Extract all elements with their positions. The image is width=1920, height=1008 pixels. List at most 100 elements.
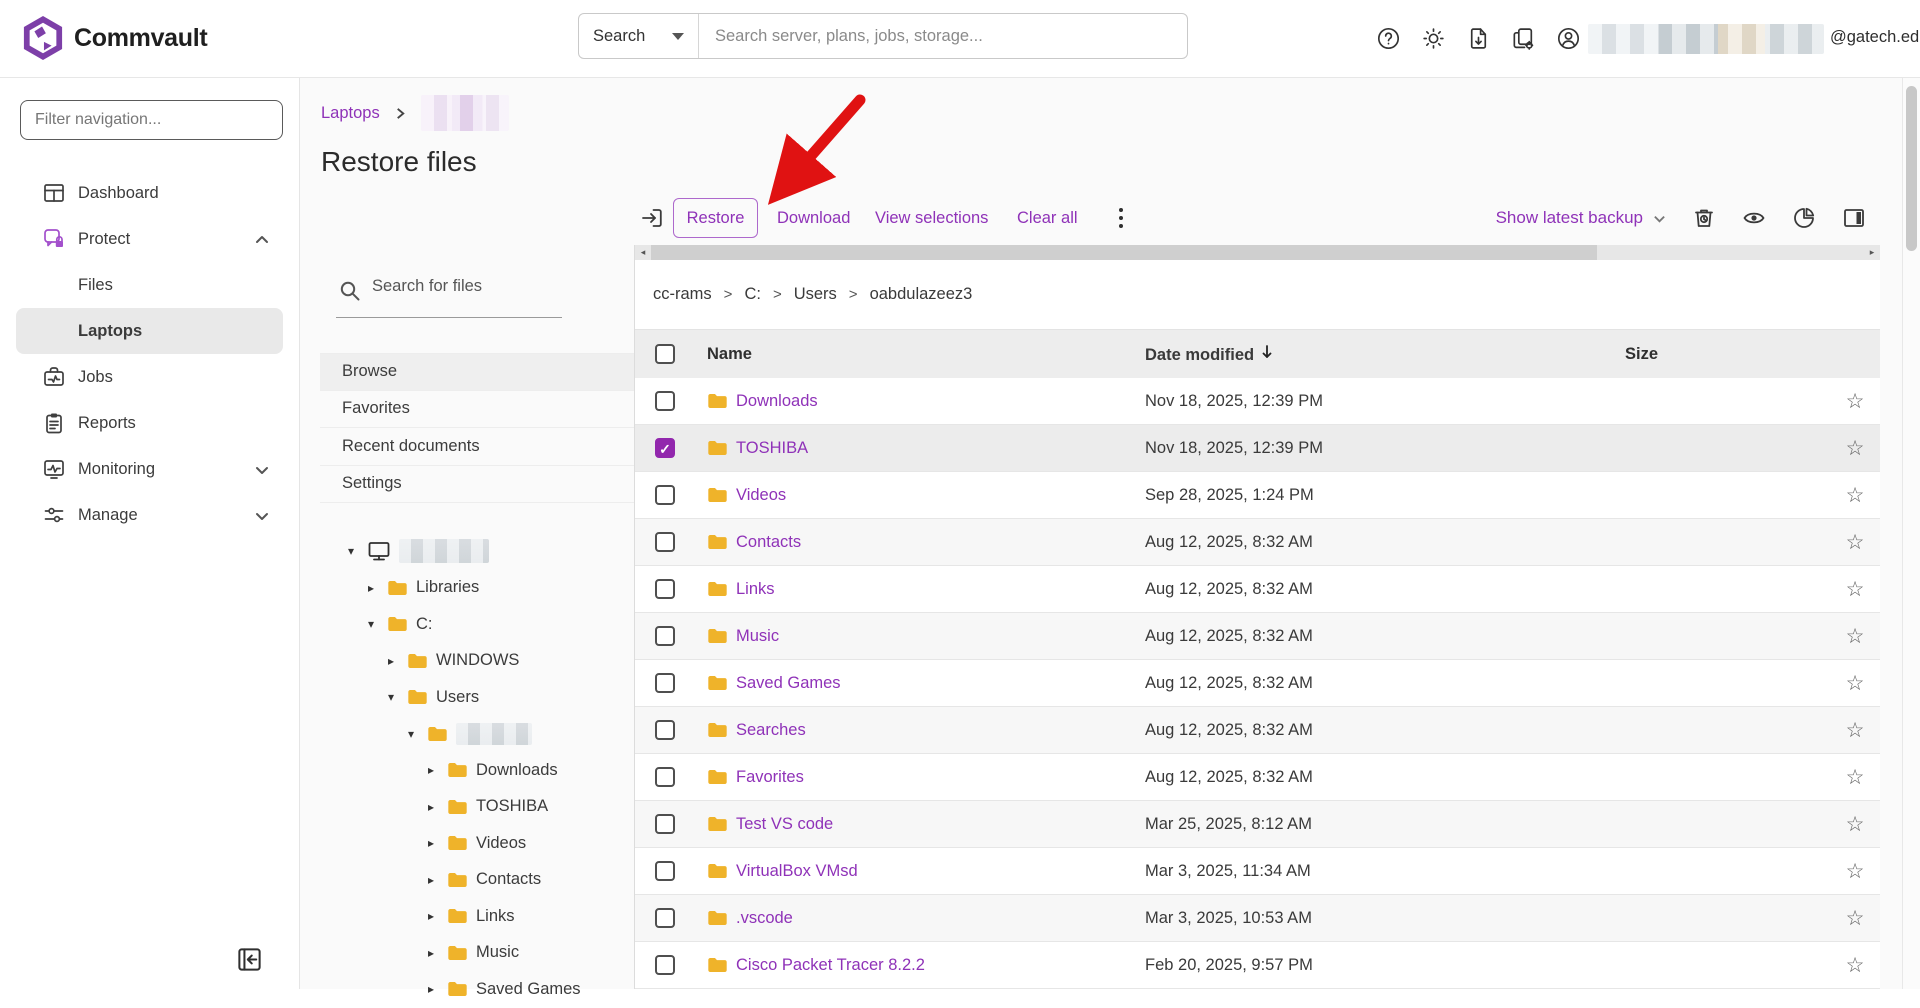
row-checkbox[interactable] [655, 532, 675, 552]
tree-item-label[interactable]: WINDOWS [436, 651, 519, 670]
collapse-sidebar-icon[interactable] [236, 946, 263, 973]
file-name-link[interactable]: Music [736, 627, 779, 646]
tree-row[interactable]: Links [320, 898, 634, 935]
sidebar-item-monitoring[interactable]: Monitoring [0, 446, 299, 492]
tree-item-label[interactable]: C: [416, 615, 433, 634]
commvault-logo[interactable]: Commvault [22, 15, 207, 61]
file-name-link[interactable]: Links [736, 580, 775, 599]
table-row[interactable]: Links Aug 12, 2025, 8:32 AM [635, 566, 1880, 613]
favorite-star-icon[interactable] [1830, 671, 1880, 696]
row-checkbox[interactable] [655, 861, 675, 881]
scrollbar-thumb[interactable] [1906, 86, 1917, 251]
search-scope-dropdown[interactable]: Search [579, 14, 699, 58]
scroll-left-icon[interactable] [635, 245, 651, 260]
file-name-link[interactable]: Contacts [736, 533, 801, 552]
global-search-input[interactable] [699, 14, 1187, 58]
select-all-checkbox[interactable] [655, 344, 675, 364]
table-row[interactable]: Music Aug 12, 2025, 8:32 AM [635, 613, 1880, 660]
column-date-modified[interactable]: Date modified [1145, 344, 1625, 365]
breadcrumb-laptops-link[interactable]: Laptops [321, 104, 380, 123]
sidebar-item-jobs[interactable]: Jobs [0, 354, 299, 400]
table-row[interactable]: Downloads Nov 18, 2025, 12:39 PM [635, 378, 1880, 425]
table-row[interactable]: Videos Sep 28, 2025, 1:24 PM [635, 472, 1880, 519]
tree-row[interactable]: Videos [320, 825, 634, 862]
row-checkbox[interactable] [655, 485, 675, 505]
row-checkbox[interactable] [655, 908, 675, 928]
tree-row[interactable]: TOSHIBA [320, 789, 634, 826]
browser-nav-item[interactable]: Browse [320, 353, 634, 391]
favorite-star-icon[interactable] [1830, 859, 1880, 884]
sidebar-item-reports[interactable]: Reports [0, 400, 299, 446]
row-checkbox[interactable] [655, 673, 675, 693]
tree-toggle-icon[interactable] [428, 763, 447, 777]
tree-toggle-icon[interactable] [428, 836, 447, 850]
tree-toggle-icon[interactable] [368, 581, 387, 595]
row-checkbox[interactable] [655, 955, 675, 975]
scroll-right-icon[interactable] [1864, 245, 1880, 260]
file-export-icon[interactable] [1466, 26, 1491, 51]
restore-button[interactable]: Restore [673, 198, 758, 238]
pie-chart-icon[interactable] [1792, 206, 1816, 230]
tree-toggle-icon[interactable] [428, 909, 447, 923]
tree-row[interactable]: Music [320, 935, 634, 972]
tree-toggle-icon[interactable] [388, 654, 407, 668]
tree-row[interactable]: Downloads [320, 752, 634, 789]
tree-toggle-icon[interactable] [428, 873, 447, 887]
tree-row[interactable]: Libraries [320, 570, 634, 607]
tree-row[interactable]: C: [320, 606, 634, 643]
tree-item-label[interactable]: Videos [476, 834, 526, 853]
vertical-scrollbar[interactable] [1902, 78, 1920, 989]
sidebar-item-laptops[interactable]: Laptops [16, 308, 283, 354]
file-name-link[interactable]: Searches [736, 721, 806, 740]
row-checkbox[interactable] [655, 767, 675, 787]
column-size[interactable]: Size [1625, 345, 1830, 364]
tree-row[interactable]: Contacts [320, 862, 634, 899]
file-name-link[interactable]: Downloads [736, 392, 818, 411]
column-name[interactable]: Name [707, 345, 1145, 364]
more-actions-icon[interactable] [1112, 205, 1130, 231]
tree-row[interactable]: Saved Games [320, 971, 634, 1008]
favorite-star-icon[interactable] [1830, 436, 1880, 461]
tree-toggle-icon[interactable] [428, 800, 447, 814]
favorite-star-icon[interactable] [1830, 530, 1880, 555]
tree-toggle-icon[interactable] [368, 617, 387, 631]
table-row[interactable]: Test VS code Mar 25, 2025, 8:12 AM [635, 801, 1880, 848]
preview-eye-icon[interactable] [1742, 206, 1766, 230]
tree-toggle-icon[interactable] [348, 544, 367, 558]
view-selections-button[interactable]: View selections [875, 197, 988, 239]
file-name-link[interactable]: Test VS code [736, 815, 833, 834]
table-row[interactable]: TOSHIBA Nov 18, 2025, 12:39 PM [635, 425, 1880, 472]
table-row[interactable]: Searches Aug 12, 2025, 8:32 AM [635, 707, 1880, 754]
download-button[interactable]: Download [777, 197, 850, 239]
browser-nav-item[interactable]: Settings [320, 466, 634, 504]
table-row[interactable]: Favorites Aug 12, 2025, 8:32 AM [635, 754, 1880, 801]
sidebar-item-manage[interactable]: Manage [0, 492, 299, 538]
sidebar-item-dashboard[interactable]: Dashboard [0, 170, 299, 216]
sidebar-item-protect[interactable]: Protect [0, 216, 299, 262]
path-segment[interactable]: C: [712, 285, 761, 304]
show-deleted-items-icon[interactable] [1692, 206, 1716, 230]
file-name-link[interactable]: Saved Games [736, 674, 841, 693]
row-checkbox[interactable] [655, 438, 675, 458]
table-row[interactable]: Saved Games Aug 12, 2025, 8:32 AM [635, 660, 1880, 707]
tree-item-label[interactable]: Music [476, 943, 519, 962]
row-checkbox[interactable] [655, 626, 675, 646]
table-row[interactable]: .vscode Mar 3, 2025, 10:53 AM [635, 895, 1880, 942]
tree-item-label[interactable]: Contacts [476, 870, 541, 889]
favorite-star-icon[interactable] [1830, 906, 1880, 931]
sidebar-item-files[interactable]: Files [0, 262, 299, 308]
tree-item-label[interactable]: Downloads [476, 761, 558, 780]
path-segment[interactable]: oabdulazeez3 [837, 285, 973, 304]
row-checkbox[interactable] [655, 579, 675, 599]
file-name-link[interactable]: Favorites [736, 768, 804, 787]
table-row[interactable]: VirtualBox VMsd Mar 3, 2025, 11:34 AM [635, 848, 1880, 895]
row-checkbox[interactable] [655, 391, 675, 411]
backup-time-selector[interactable]: Show latest backup [1496, 208, 1666, 228]
tree-item-label[interactable]: TOSHIBA [476, 797, 548, 816]
tree-toggle-icon[interactable] [388, 690, 407, 704]
path-segment[interactable]: Users [761, 285, 837, 304]
tree-item-label[interactable]: Users [436, 688, 479, 707]
side-panel-icon[interactable] [1842, 206, 1866, 230]
file-name-link[interactable]: TOSHIBA [736, 439, 808, 458]
table-row[interactable]: Cisco Packet Tracer 8.2.2 Feb 20, 2025, … [635, 942, 1880, 989]
